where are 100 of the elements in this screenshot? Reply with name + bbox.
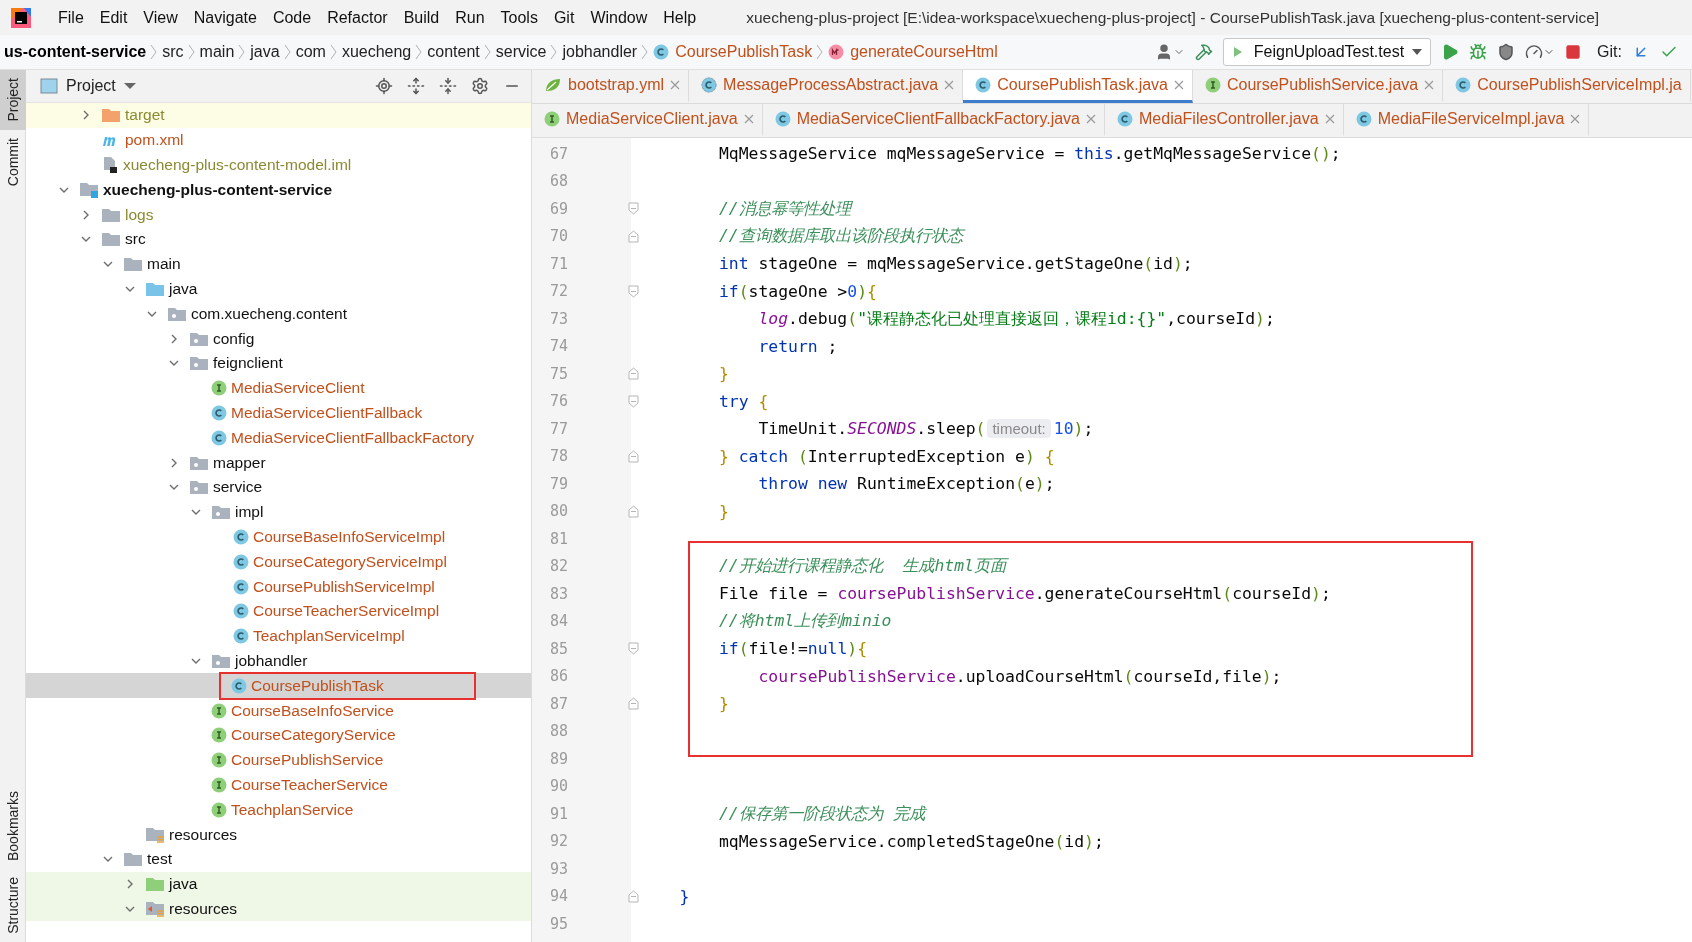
- tree-row[interactable]: config: [26, 326, 531, 351]
- collapse-all-icon[interactable]: [439, 77, 457, 95]
- tree-row[interactable]: pom.xml: [26, 127, 531, 153]
- close-icon[interactable]: [1174, 80, 1184, 90]
- tree-row[interactable]: jobhandler: [26, 648, 531, 674]
- breadcrumb-item[interactable]: us-content-service: [0, 43, 151, 61]
- tree-row[interactable]: MediaServiceClientFallbackFactory: [26, 425, 531, 451]
- editor-tab[interactable]: MediaServiceClient.java: [532, 104, 763, 137]
- breadcrumb-item[interactable]: jobhandler: [558, 43, 642, 61]
- breadcrumb-item[interactable]: src: [158, 43, 188, 61]
- tree-row[interactable]: src: [26, 227, 531, 252]
- tree-row[interactable]: CoursePublishServiceImpl: [26, 574, 531, 599]
- close-icon[interactable]: [743, 114, 754, 124]
- window-title: xuecheng-plus-project [E:\idea-workspace\xuecheng-plus-project] - CoursePublishTask.java [xuecheng-plus-content-service]: [746, 8, 1600, 27]
- editor-tab[interactable]: MediaServiceClientFallbackFactory.java: [762, 104, 1105, 137]
- dropdown-icon[interactable]: [123, 82, 136, 90]
- tree-row[interactable]: mapper: [26, 450, 531, 475]
- tree-row[interactable]: main: [26, 251, 531, 277]
- code-line: return ;: [757, 336, 838, 356]
- coverage-icon[interactable]: [1497, 43, 1516, 61]
- class-icon: [1355, 111, 1372, 127]
- tree-item-label: CourseTeacherService: [231, 775, 388, 794]
- editor-tab[interactable]: MediaFileServiceImpl.java: [1343, 104, 1590, 137]
- tree-row[interactable]: java: [26, 276, 531, 302]
- expand-all-icon[interactable]: [407, 77, 425, 95]
- editor-tab[interactable]: CoursePublishService.java: [1193, 70, 1444, 103]
- menu-item[interactable]: Code: [264, 8, 320, 27]
- tree-row[interactable]: service: [26, 474, 531, 500]
- profiler-icon[interactable]: [1525, 43, 1556, 61]
- run-icon[interactable]: [1441, 43, 1460, 61]
- editor-tab[interactable]: CoursePublishServiceImpl.ja: [1443, 70, 1691, 103]
- menu-item[interactable]: Build: [395, 8, 448, 27]
- tree-row[interactable]: xuecheng-plus-content-service: [26, 177, 531, 203]
- tree-row[interactable]: TeachplanService: [26, 797, 531, 823]
- tree-row[interactable]: CourseBaseInfoServiceImpl: [26, 524, 531, 550]
- tree-row[interactable]: resources: [26, 896, 531, 922]
- tree-row[interactable]: feignclient: [26, 350, 531, 376]
- run-configuration-dropdown[interactable]: FeignUploadTest.test: [1222, 38, 1432, 66]
- tree-row[interactable]: CourseCategoryServiceImpl: [26, 549, 531, 575]
- close-icon[interactable]: [1570, 114, 1581, 124]
- menu-item[interactable]: Window: [582, 8, 656, 27]
- side-tab[interactable]: Project: [0, 70, 26, 130]
- menu-item[interactable]: Tools: [492, 8, 546, 27]
- tree-item-label: MediaServiceClientFallback: [231, 403, 423, 422]
- side-tab[interactable]: Commit: [0, 129, 26, 194]
- menu-item[interactable]: Edit: [91, 8, 136, 27]
- menu-item[interactable]: Refactor: [319, 8, 396, 27]
- side-tab[interactable]: Structure: [0, 869, 26, 942]
- breadcrumb-item[interactable]: generateCourseHtml: [824, 43, 1002, 61]
- tree-row[interactable]: com.xuecheng.content: [26, 301, 531, 327]
- code-line: } catch (InterruptedException e) {: [717, 446, 1055, 466]
- tree-row[interactable]: TeachplanServiceImpl: [26, 623, 531, 649]
- menu-item[interactable]: Help: [655, 8, 705, 27]
- debug-icon[interactable]: [1469, 43, 1488, 61]
- tree-row[interactable]: CourseBaseInfoService: [26, 698, 531, 723]
- breadcrumb-item[interactable]: content: [423, 43, 484, 61]
- breadcrumb-item[interactable]: com: [291, 43, 330, 61]
- tree-row[interactable]: CourseTeacherService: [26, 772, 531, 798]
- menu-item[interactable]: View: [135, 8, 186, 27]
- class-icon: [233, 628, 249, 645]
- close-icon[interactable]: [1424, 80, 1435, 90]
- tree-row[interactable]: resources: [26, 822, 531, 847]
- tree-row[interactable]: logs: [26, 202, 531, 227]
- panel-title[interactable]: Project: [66, 77, 116, 95]
- breadcrumb-item[interactable]: main: [195, 43, 239, 61]
- tree-row[interactable]: test: [26, 846, 531, 872]
- side-tab[interactable]: Bookmarks: [0, 783, 26, 870]
- code-line: }: [717, 364, 729, 384]
- breadcrumb-item[interactable]: xuecheng: [337, 43, 416, 61]
- close-icon[interactable]: [1324, 114, 1335, 124]
- menu-item[interactable]: Run: [447, 8, 493, 27]
- breadcrumb-item[interactable]: CoursePublishTask: [649, 43, 817, 61]
- tree-item-label: pom.xml: [125, 131, 184, 150]
- close-icon[interactable]: [944, 80, 955, 90]
- tree-row[interactable]: impl: [26, 499, 531, 525]
- breadcrumb-item[interactable]: service: [491, 43, 551, 61]
- stop-icon[interactable]: [1565, 44, 1582, 60]
- settings-icon[interactable]: [471, 77, 489, 95]
- class-icon: [211, 404, 227, 421]
- editor-tab[interactable]: MediaFilesController.java: [1105, 104, 1344, 137]
- hammer-icon[interactable]: [1194, 43, 1213, 61]
- tree-row[interactable]: CoursePublishService: [26, 747, 531, 773]
- tree-row[interactable]: CourseTeacherServiceImpl: [26, 598, 531, 624]
- locate-icon[interactable]: [375, 77, 393, 95]
- tree-row[interactable]: java: [26, 871, 531, 897]
- tree-row[interactable]: CourseCategoryService: [26, 722, 531, 748]
- close-icon[interactable]: [670, 80, 681, 90]
- menu-item[interactable]: File: [50, 8, 92, 27]
- menu-item[interactable]: Navigate: [185, 8, 265, 27]
- editor-tab[interactable]: CoursePublishTask.java: [963, 70, 1193, 103]
- menu-item[interactable]: Git: [545, 8, 583, 27]
- app-logo-icon[interactable]: [10, 6, 32, 29]
- tree-row[interactable]: MediaServiceClientFallback: [26, 400, 531, 426]
- separator-icon: [283, 44, 292, 60]
- editor-tab[interactable]: bootstrap.yml: [532, 70, 690, 103]
- close-icon[interactable]: [1086, 114, 1096, 124]
- tree-row[interactable]: MediaServiceClient: [26, 375, 531, 401]
- tree-row[interactable]: target: [26, 103, 531, 128]
- breadcrumb-item[interactable]: java: [246, 43, 284, 61]
- tree-row[interactable]: xuecheng-plus-content-model.iml: [26, 152, 531, 178]
